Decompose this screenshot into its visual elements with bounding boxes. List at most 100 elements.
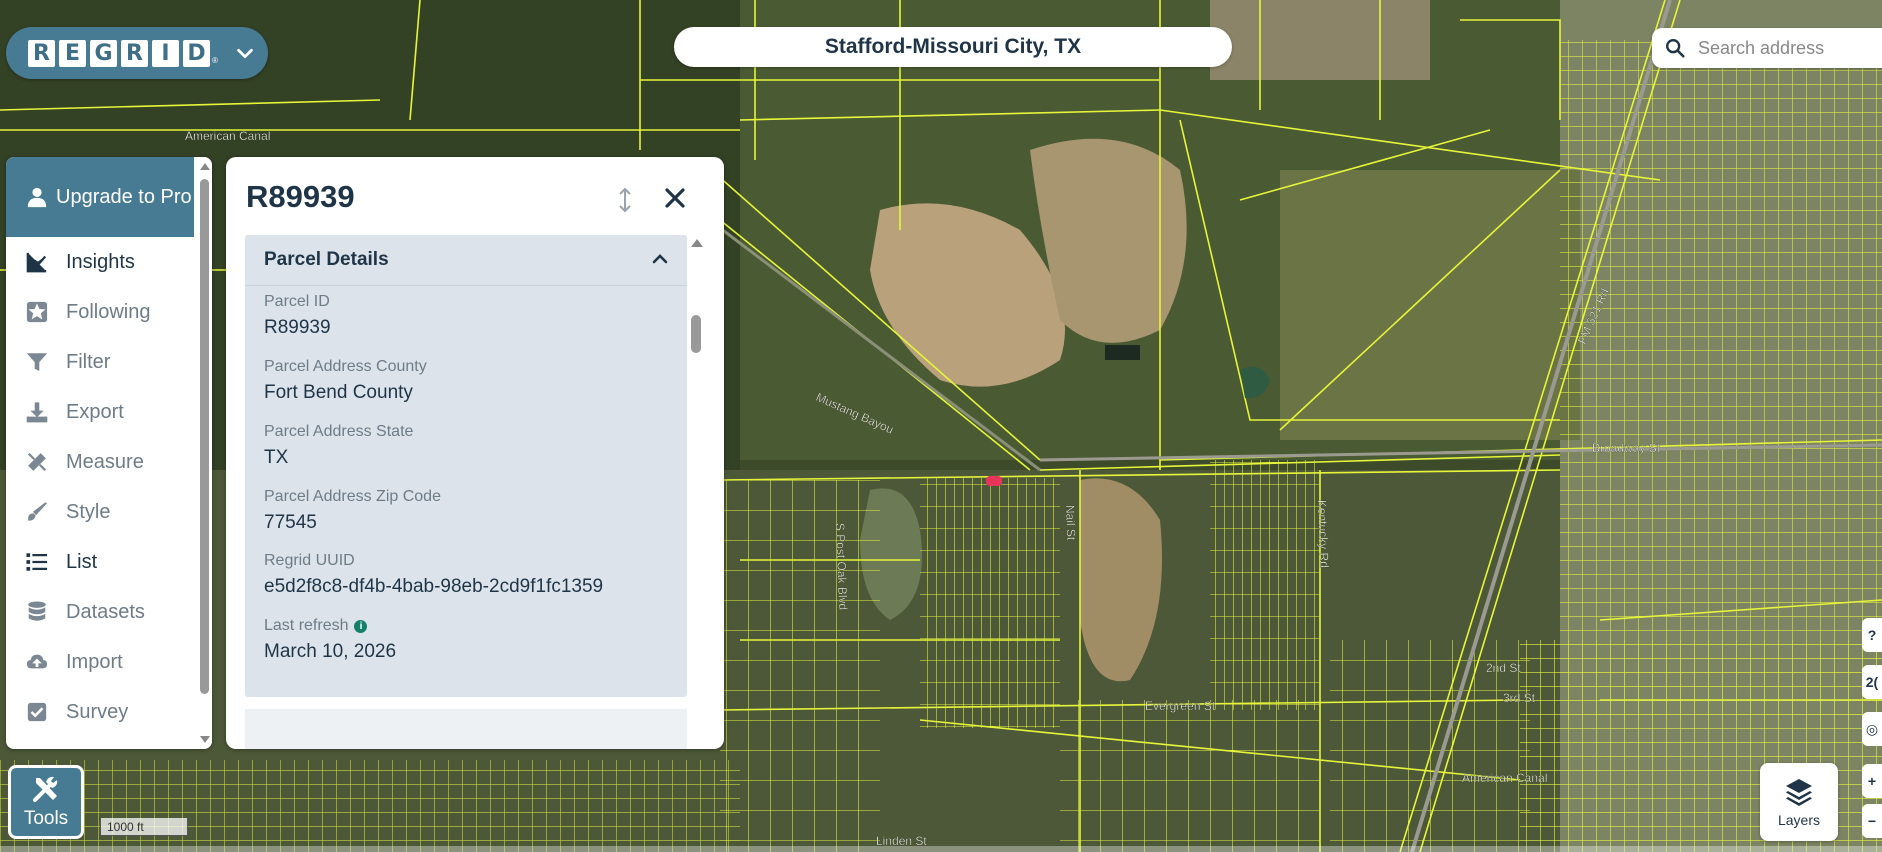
map-scale: 1000 ft: [100, 818, 188, 836]
section-title: Parcel Details: [264, 249, 389, 270]
map-label: 2nd St: [1486, 661, 1521, 675]
field-label: Parcel Address County: [264, 358, 427, 375]
scroll-up-arrow[interactable]: [200, 163, 210, 170]
scroll-up-arrow[interactable]: [691, 239, 703, 247]
field-value: 77545: [264, 512, 317, 533]
chart-line-icon: [26, 252, 47, 273]
parcel-title: R89939: [246, 179, 355, 214]
sidebar-item-import[interactable]: Import: [6, 637, 194, 687]
map-attribution: [0, 846, 1882, 852]
database-icon: [28, 601, 46, 621]
selected-parcel: [986, 476, 1002, 486]
search-bar[interactable]: [1652, 28, 1882, 68]
field-label: Parcel Address Zip Code: [264, 488, 441, 505]
chevron-up-icon[interactable]: [651, 250, 669, 268]
sidebar-scrollbar[interactable]: [197, 157, 212, 749]
zoom-in-button[interactable]: +: [1862, 764, 1882, 798]
user-icon: [27, 187, 47, 208]
zoom-out-button[interactable]: −: [1862, 804, 1882, 838]
tools-label: Tools: [23, 808, 69, 829]
scrollbar-thumb[interactable]: [691, 315, 701, 353]
sidebar-item-label: Style: [66, 500, 111, 523]
field-state: Parcel Address State TX: [264, 423, 413, 469]
field-value: Fort Bend County: [264, 382, 413, 403]
star-icon: [26, 301, 48, 323]
logo-letter: D: [183, 39, 210, 67]
layers-label: Layers: [1777, 812, 1821, 828]
sidebar-item-label: Datasets: [66, 600, 145, 623]
sidebar-item-survey[interactable]: Survey: [6, 687, 194, 737]
logo-letter: R: [121, 39, 148, 67]
field-value: TX: [264, 447, 289, 468]
sidebar-item-label: Export: [66, 400, 124, 423]
scrollbar-thumb[interactable]: [200, 179, 209, 694]
sidebar-item-style[interactable]: Style: [6, 487, 194, 537]
field-label: Parcel ID: [264, 293, 330, 310]
field-label: Parcel Address State: [264, 423, 414, 440]
map-label: 3rd St: [1503, 691, 1536, 705]
field-label-text: Last refresh: [264, 617, 349, 634]
sidebar-item-export[interactable]: Export: [6, 387, 194, 437]
logo-letter: G: [90, 39, 117, 67]
field-value: e5d2f8c8-df4b-4bab-98eb-2cd9f1fc1359: [264, 576, 604, 597]
upgrade-label: Upgrade to Pro: [56, 185, 192, 208]
location-title-text: Stafford-Missouri City, TX: [824, 35, 1082, 58]
sidebar-item-filter[interactable]: Filter: [6, 337, 194, 387]
logo-letter: I: [152, 39, 179, 67]
download-icon: [26, 402, 48, 423]
close-icon[interactable]: [664, 187, 686, 209]
list-icon: [26, 553, 48, 571]
map-label: American Canal: [185, 129, 270, 143]
sidebar-nav: Insights Following Filter Export Measure…: [6, 237, 194, 737]
sidebar-item-label: Filter: [66, 350, 111, 373]
sidebar-item-following[interactable]: Following: [6, 287, 194, 337]
field-value: R89939: [264, 317, 331, 338]
tools-button[interactable]: Tools: [8, 765, 84, 839]
filter-icon: [26, 353, 48, 371]
field-label: Regrid UUID: [264, 552, 355, 569]
sidebar-item-label: Following: [66, 300, 151, 323]
ruler-icon: [27, 452, 47, 472]
next-section-header[interactable]: [245, 709, 687, 749]
search-input[interactable]: [1696, 36, 1880, 60]
field-parcel-id: Parcel ID R89939: [264, 293, 331, 339]
regrid-logo: R E G R I D: [28, 39, 210, 67]
info-icon[interactable]: i: [354, 619, 368, 633]
location-title[interactable]: Stafford-Missouri City, TX: [674, 27, 1232, 67]
tools-sidebar: Upgrade to Pro Insights Following Filter…: [6, 157, 212, 749]
field-county: Parcel Address County Fort Bend County: [264, 358, 427, 404]
sidebar-item-measure[interactable]: Measure: [6, 437, 194, 487]
locate-icon[interactable]: ◎: [1862, 712, 1882, 746]
regrid-logo-menu[interactable]: R E G R I D ®: [6, 27, 268, 79]
registered-mark: ®: [212, 56, 218, 65]
brush-icon: [28, 502, 47, 521]
map-label: Kentucky Rd: [1315, 500, 1331, 568]
zoom-level-badge: 2(: [1862, 665, 1882, 699]
resize-vertical-icon[interactable]: [618, 187, 632, 213]
sidebar-item-label: Import: [66, 650, 123, 673]
sidebar-item-label: List: [66, 550, 98, 573]
sidebar-item-list[interactable]: List: [6, 537, 194, 587]
upgrade-to-pro-button[interactable]: Upgrade to Pro: [6, 157, 194, 237]
tools-icon: [33, 776, 58, 802]
map-label: American Canal: [1462, 771, 1547, 785]
logo-letter: R: [28, 39, 55, 67]
parcel-panel: R89939 Parcel Details Parcel ID R89939 P…: [226, 157, 724, 749]
layers-button[interactable]: Layers: [1760, 763, 1838, 841]
scroll-down-arrow[interactable]: [200, 736, 210, 743]
parcel-details-section: Parcel Details Parcel ID R89939 Parcel A…: [245, 235, 687, 697]
field-zip: Parcel Address Zip Code 77545: [264, 488, 441, 534]
cloud-upload-icon: [26, 654, 48, 669]
help-icon[interactable]: ?: [1862, 618, 1882, 652]
panel-scrollbar[interactable]: [689, 235, 703, 749]
sidebar-item-insights[interactable]: Insights: [6, 237, 194, 287]
logo-letter: E: [59, 39, 86, 67]
sidebar-item-datasets[interactable]: Datasets: [6, 587, 194, 637]
field-value: March 10, 2026: [264, 641, 397, 662]
map-label: Broadway St: [1592, 441, 1661, 455]
field-uuid: Regrid UUID e5d2f8c8-df4b-4bab-98eb-2cd9…: [264, 552, 603, 598]
sidebar-item-label: Measure: [66, 450, 144, 473]
parcel-details-header[interactable]: Parcel Details: [245, 235, 687, 286]
checkbox-icon: [27, 702, 47, 722]
chevron-down-icon[interactable]: [234, 42, 256, 64]
